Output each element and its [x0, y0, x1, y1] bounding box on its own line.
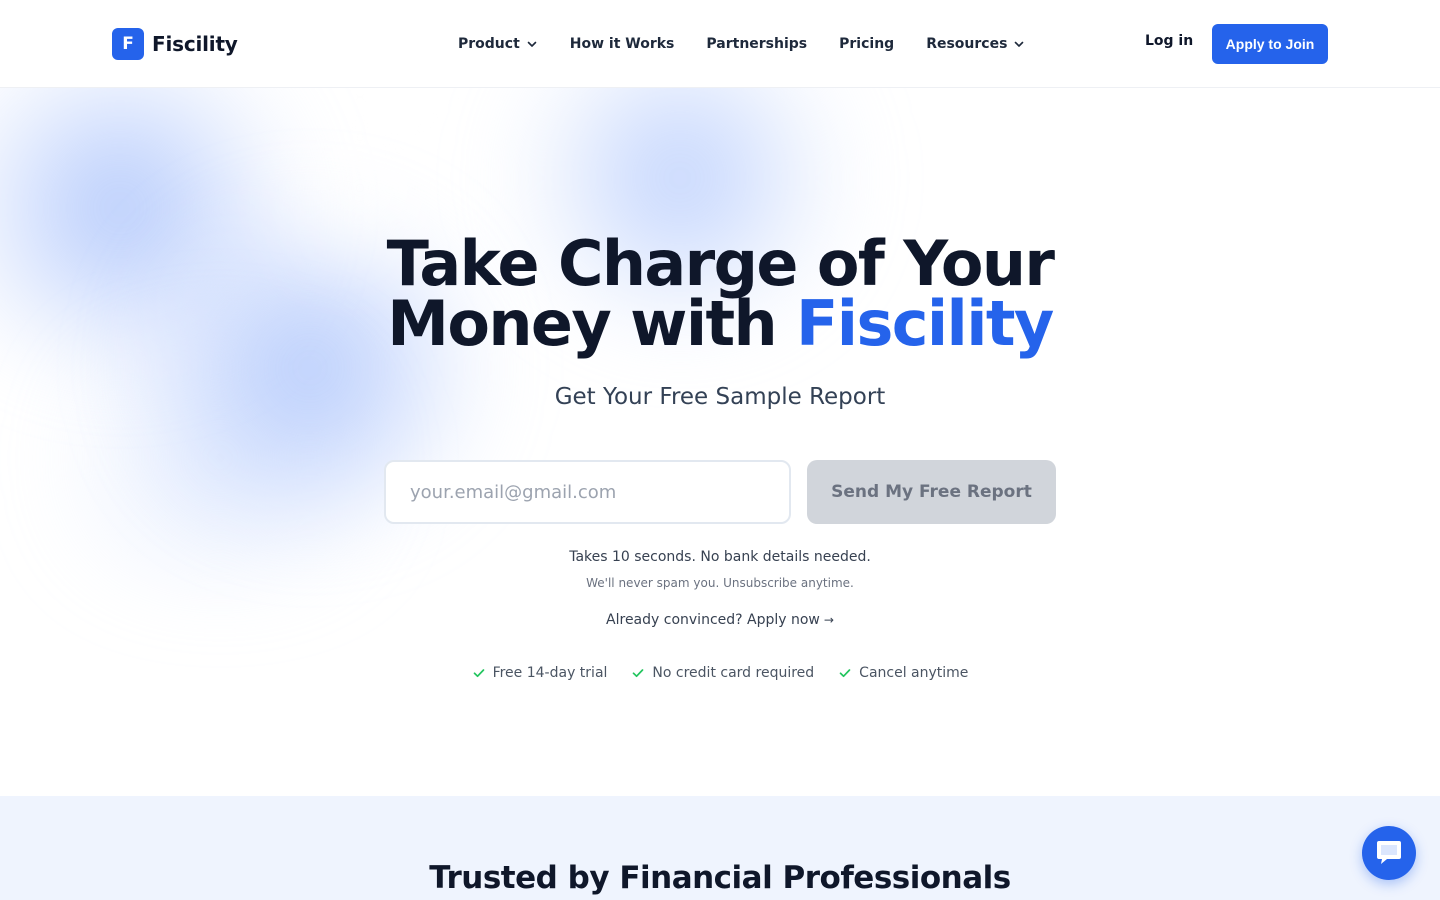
- send-report-button[interactable]: Send My Free Report: [807, 460, 1056, 524]
- nav-item-resources[interactable]: Resources: [926, 36, 1025, 52]
- arrow-right-icon: →: [823, 613, 834, 627]
- nav-item-label: Partnerships: [706, 36, 808, 52]
- nav-item-label: Product: [458, 36, 520, 52]
- email-input[interactable]: [384, 460, 791, 524]
- feature-item: Cancel anytime: [838, 665, 968, 681]
- login-link[interactable]: Log in: [1145, 33, 1193, 49]
- nav-item-pricing[interactable]: Pricing: [839, 36, 894, 52]
- nav-item-partnerships[interactable]: Partnerships: [706, 36, 807, 52]
- check-icon: [839, 669, 851, 678]
- hero-title-line2-prefix: Money with: [387, 287, 797, 360]
- feature-list: Free 14-day trial No credit card require…: [0, 665, 1440, 681]
- nav-item-label: Resources: [926, 36, 1008, 52]
- feature-label: No credit card required: [652, 665, 815, 681]
- check-icon: [633, 669, 644, 678]
- chat-bubble-icon: [1377, 841, 1401, 864]
- logo-text: Fiscility: [152, 32, 238, 56]
- hero-title-accent: Fiscility: [796, 287, 1054, 360]
- nav-item-how-it-works[interactable]: How it Works: [570, 36, 675, 52]
- trusted-section: Trusted by Financial Professionals: [0, 796, 1440, 900]
- trusted-title: Trusted by Financial Professionals: [429, 860, 1011, 896]
- takes-seconds-note: Takes 10 seconds. No bank details needed…: [569, 549, 871, 565]
- apply-now-wrapper: Already convinced? Apply now →: [0, 612, 1440, 628]
- feature-item: Free 14-day trial: [472, 665, 608, 681]
- feature-label: Free 14-day trial: [492, 665, 608, 681]
- nav-item-label: Pricing: [839, 36, 895, 52]
- chat-widget-button[interactable]: [1362, 826, 1416, 880]
- hero-title: Take Charge of Your Money with Fiscility: [0, 233, 1440, 355]
- hero-section: Take Charge of Your Money with Fiscility…: [0, 88, 1440, 796]
- no-spam-note: We'll never spam you. Unsubscribe anytim…: [586, 576, 854, 590]
- feature-item: No credit card required: [631, 665, 814, 681]
- chevron-down-icon: [527, 41, 537, 47]
- feature-label: Cancel anytime: [859, 665, 969, 681]
- apply-to-join-button[interactable]: Apply to Join: [1212, 24, 1328, 64]
- check-icon: [473, 669, 484, 678]
- main-nav: Product How it Works Partnerships Pricin…: [458, 33, 1025, 55]
- chevron-down-icon: [1015, 41, 1024, 47]
- apply-now-label: Already convinced? Apply now: [606, 612, 820, 628]
- hero-subtitle: Get Your Free Sample Report: [554, 384, 886, 410]
- nav-item-label: How it Works: [569, 36, 675, 52]
- logo[interactable]: F Fiscility: [112, 28, 238, 60]
- apply-now-link[interactable]: Already convinced? Apply now →: [606, 612, 834, 628]
- site-header: F Fiscility Product How it Works Partner…: [0, 0, 1440, 88]
- nav-item-product[interactable]: Product: [458, 36, 538, 52]
- logo-mark: F: [112, 28, 144, 60]
